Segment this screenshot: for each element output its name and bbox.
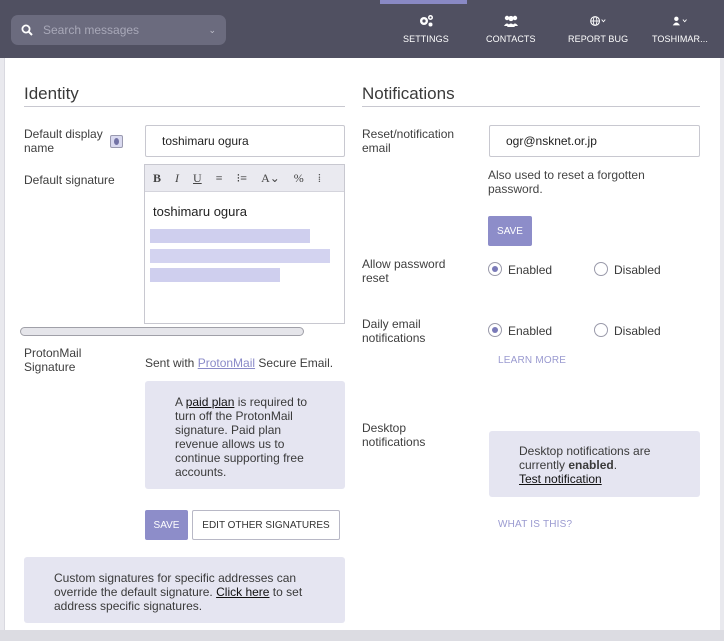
editor-toolbar: B I U ≡ ⁝≡ A⌄ % ⁞ [145,165,344,192]
identity-divider [24,106,345,107]
blurred-signature-line [150,229,310,243]
contacts-icon [503,15,518,27]
info-icon[interactable] [110,135,123,148]
reset-enabled-radio[interactable] [488,262,502,276]
email-label: Reset/notification email [362,127,455,155]
desktop-status: enabled [568,458,614,472]
daily-disabled-radio[interactable] [594,323,608,337]
nav-contacts-label: CONTACTS [486,34,536,44]
test-notification-link[interactable]: Test notification [519,472,602,486]
search-input[interactable] [43,23,193,37]
search-icon [21,24,33,36]
email-input[interactable] [489,125,700,157]
allow-reset-label: Allow password reset [362,257,446,285]
search-box[interactable]: ⌄ [11,15,226,45]
what-is-this-link[interactable]: WHAT IS THIS? [498,519,572,530]
globe-icon [590,16,606,26]
reset-disabled-radio[interactable] [594,262,608,276]
top-bar: ⌄ SETTINGS CONTACTS REPORT BUG TOSHIMAR.… [0,0,724,58]
notifications-save-button[interactable]: SAVE [488,216,532,246]
reset-disabled-label[interactable]: Disabled [614,263,661,277]
desktop-notifications-label: Desktop notifications [362,421,426,449]
nav-settings-label: SETTINGS [403,34,449,44]
link-button[interactable]: % [294,171,304,186]
nav-report-bug-label: REPORT BUG [568,34,629,44]
custom-signatures-notice: Custom signatures for specific addresses… [24,557,345,623]
horizontal-scrollbar[interactable] [20,327,304,336]
nav-settings[interactable]: SETTINGS [403,14,449,50]
signature-text: toshimaru ogura [153,204,247,219]
daily-notifications-label: Daily email notifications [362,317,426,345]
desktop-notifications-notice: Desktop notifications are currently enab… [489,431,700,497]
email-help-text: Also used to reset a forgotten password. [488,168,645,196]
nav-user[interactable]: TOSHIMAR... [652,14,708,50]
italic-button[interactable]: I [175,171,179,186]
notifications-divider [362,106,700,107]
underline-button[interactable]: U [193,171,202,186]
blurred-signature-line [150,249,330,263]
paid-plan-link[interactable]: paid plan [186,395,235,409]
paid-plan-notice: A paid plan is required to turn off the … [145,381,345,489]
bold-button[interactable]: B [153,171,161,186]
pm-signature-label: ProtonMail Signature [24,346,82,374]
protonmail-link[interactable]: ProtonMail [198,356,255,370]
display-name-label: Default display name [24,127,103,155]
daily-enabled-radio[interactable] [488,323,502,337]
bottom-edge [0,630,724,641]
more-button[interactable]: ⁞ [318,171,321,186]
daily-disabled-label[interactable]: Disabled [614,324,661,338]
signature-editor[interactable]: B I U ≡ ⁝≡ A⌄ % ⁞ toshimaru ogura [144,164,345,324]
reset-enabled-label[interactable]: Enabled [508,263,552,277]
daily-enabled-label[interactable]: Enabled [508,324,552,338]
nav-contacts[interactable]: CONTACTS [486,14,536,50]
chevron-down-icon[interactable]: ⌄ [208,25,216,36]
identity-title: Identity [24,84,79,103]
nav-report-bug[interactable]: REPORT BUG [568,14,628,50]
active-tab-indicator [380,0,467,4]
click-here-link[interactable]: Click here [216,585,269,599]
identity-save-button[interactable]: SAVE [145,510,188,540]
nav-user-label: TOSHIMAR... [652,34,708,44]
editor-body[interactable]: toshimaru ogura [145,192,344,231]
gears-icon [419,15,433,27]
display-name-input[interactable] [145,125,345,157]
user-icon [672,16,687,26]
pm-signature-text: Sent with ProtonMail Secure Email. [145,356,334,370]
bullet-list-button[interactable]: ≡ [216,171,223,186]
signature-label: Default signature [24,173,115,187]
numbered-list-button[interactable]: ⁝≡ [236,171,247,186]
blurred-signature-line [150,268,280,282]
learn-more-link[interactable]: LEARN MORE [498,355,566,366]
notifications-title: Notifications [362,84,455,103]
edit-other-signatures-button[interactable]: EDIT OTHER SIGNATURES [192,510,340,540]
text-color-button[interactable]: A⌄ [261,171,280,186]
